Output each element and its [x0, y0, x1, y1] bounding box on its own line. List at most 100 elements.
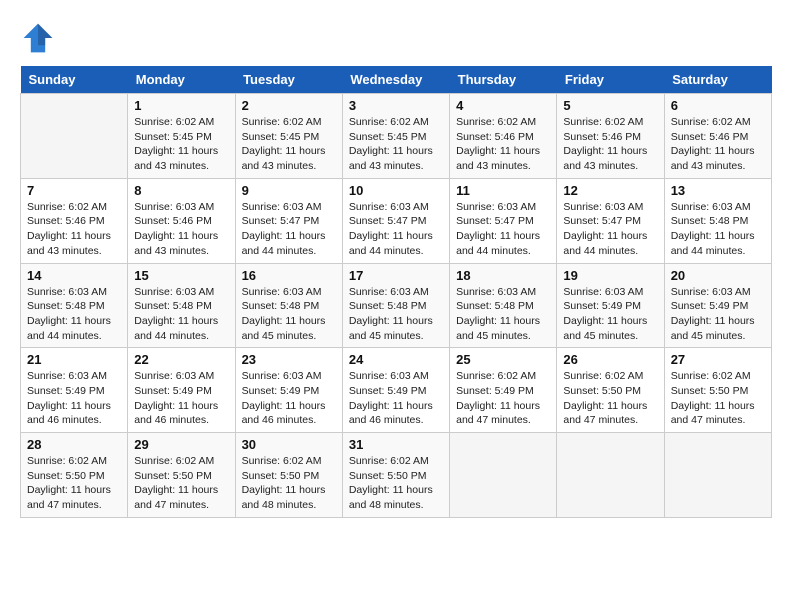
day-cell: [557, 433, 664, 518]
day-info: Sunrise: 6:03 AMSunset: 5:49 PMDaylight:…: [134, 369, 228, 428]
header-cell-friday: Friday: [557, 66, 664, 94]
day-cell: 23 Sunrise: 6:03 AMSunset: 5:49 PMDayligh…: [235, 348, 342, 433]
day-cell: [664, 433, 771, 518]
day-number: 9: [242, 183, 336, 198]
day-info: Sunrise: 6:03 AMSunset: 5:49 PMDaylight:…: [349, 369, 443, 428]
day-info: Sunrise: 6:02 AMSunset: 5:50 PMDaylight:…: [671, 369, 765, 428]
day-cell: 17 Sunrise: 6:03 AMSunset: 5:48 PMDayligh…: [342, 263, 449, 348]
day-number: 12: [563, 183, 657, 198]
day-info: Sunrise: 6:03 AMSunset: 5:47 PMDaylight:…: [242, 200, 336, 259]
header-cell-monday: Monday: [128, 66, 235, 94]
day-number: 22: [134, 352, 228, 367]
day-number: 8: [134, 183, 228, 198]
logo: [20, 20, 62, 56]
day-cell: 26 Sunrise: 6:02 AMSunset: 5:50 PMDayligh…: [557, 348, 664, 433]
day-info: Sunrise: 6:02 AMSunset: 5:45 PMDaylight:…: [134, 115, 228, 174]
header-cell-saturday: Saturday: [664, 66, 771, 94]
day-cell: 28Sunrise: 6:02 AMSunset: 5:50 PMDayligh…: [21, 433, 128, 518]
day-cell: 22 Sunrise: 6:03 AMSunset: 5:49 PMDayligh…: [128, 348, 235, 433]
header-row: SundayMondayTuesdayWednesdayThursdayFrid…: [21, 66, 772, 94]
day-cell: 19Sunrise: 6:03 AMSunset: 5:49 PMDayligh…: [557, 263, 664, 348]
day-number: 7: [27, 183, 121, 198]
day-number: 16: [242, 268, 336, 283]
day-number: 30: [242, 437, 336, 452]
day-cell: 11 Sunrise: 6:03 AMSunset: 5:47 PMDayligh…: [450, 178, 557, 263]
day-number: 21: [27, 352, 121, 367]
day-cell: 24 Sunrise: 6:03 AMSunset: 5:49 PMDayligh…: [342, 348, 449, 433]
day-cell: 10Sunrise: 6:03 AMSunset: 5:47 PMDayligh…: [342, 178, 449, 263]
day-number: 3: [349, 98, 443, 113]
day-number: 26: [563, 352, 657, 367]
calendar-body: 1 Sunrise: 6:02 AMSunset: 5:45 PMDaylight…: [21, 94, 772, 518]
week-row-2: 7 Sunrise: 6:02 AMSunset: 5:46 PMDaylight…: [21, 178, 772, 263]
day-cell: 16 Sunrise: 6:03 AMSunset: 5:48 PMDayligh…: [235, 263, 342, 348]
day-cell: 12Sunrise: 6:03 AMSunset: 5:47 PMDayligh…: [557, 178, 664, 263]
day-info: Sunrise: 6:02 AMSunset: 5:49 PMDaylight:…: [456, 369, 550, 428]
day-info: Sunrise: 6:03 AMSunset: 5:48 PMDaylight:…: [242, 285, 336, 344]
header-cell-thursday: Thursday: [450, 66, 557, 94]
day-cell: 30 Sunrise: 6:02 AMSunset: 5:50 PMDayligh…: [235, 433, 342, 518]
day-info: Sunrise: 6:03 AMSunset: 5:49 PMDaylight:…: [242, 369, 336, 428]
day-cell: 9 Sunrise: 6:03 AMSunset: 5:47 PMDaylight…: [235, 178, 342, 263]
day-number: 17: [349, 268, 443, 283]
day-info: Sunrise: 6:02 AMSunset: 5:50 PMDaylight:…: [27, 454, 121, 513]
day-number: 13: [671, 183, 765, 198]
day-info: Sunrise: 6:02 AMSunset: 5:45 PMDaylight:…: [349, 115, 443, 174]
day-number: 1: [134, 98, 228, 113]
day-number: 14: [27, 268, 121, 283]
header-cell-wednesday: Wednesday: [342, 66, 449, 94]
day-cell: 14 Sunrise: 6:03 AMSunset: 5:48 PMDayligh…: [21, 263, 128, 348]
day-cell: 15 Sunrise: 6:03 AMSunset: 5:48 PMDayligh…: [128, 263, 235, 348]
day-cell: 29 Sunrise: 6:02 AMSunset: 5:50 PMDayligh…: [128, 433, 235, 518]
day-cell: 4Sunrise: 6:02 AMSunset: 5:46 PMDaylight…: [450, 94, 557, 179]
day-number: 31: [349, 437, 443, 452]
day-cell: 8 Sunrise: 6:03 AMSunset: 5:46 PMDaylight…: [128, 178, 235, 263]
day-info: Sunrise: 6:02 AMSunset: 5:50 PMDaylight:…: [242, 454, 336, 513]
day-number: 11: [456, 183, 550, 198]
day-info: Sunrise: 6:03 AMSunset: 5:48 PMDaylight:…: [27, 285, 121, 344]
day-number: 18: [456, 268, 550, 283]
day-info: Sunrise: 6:03 AMSunset: 5:46 PMDaylight:…: [134, 200, 228, 259]
calendar-table: SundayMondayTuesdayWednesdayThursdayFrid…: [20, 66, 772, 518]
day-info: Sunrise: 6:02 AMSunset: 5:46 PMDaylight:…: [27, 200, 121, 259]
page-header: [20, 20, 772, 56]
day-cell: 25 Sunrise: 6:02 AMSunset: 5:49 PMDayligh…: [450, 348, 557, 433]
day-info: Sunrise: 6:03 AMSunset: 5:48 PMDaylight:…: [134, 285, 228, 344]
day-info: Sunrise: 6:02 AMSunset: 5:45 PMDaylight:…: [242, 115, 336, 174]
day-info: Sunrise: 6:02 AMSunset: 5:46 PMDaylight:…: [671, 115, 765, 174]
day-number: 24: [349, 352, 443, 367]
header-cell-sunday: Sunday: [21, 66, 128, 94]
day-info: Sunrise: 6:03 AMSunset: 5:47 PMDaylight:…: [456, 200, 550, 259]
day-number: 5: [563, 98, 657, 113]
calendar-header: SundayMondayTuesdayWednesdayThursdayFrid…: [21, 66, 772, 94]
day-number: 2: [242, 98, 336, 113]
day-number: 6: [671, 98, 765, 113]
day-cell: 20 Sunrise: 6:03 AMSunset: 5:49 PMDayligh…: [664, 263, 771, 348]
day-info: Sunrise: 6:03 AMSunset: 5:47 PMDaylight:…: [349, 200, 443, 259]
day-number: 4: [456, 98, 550, 113]
header-cell-tuesday: Tuesday: [235, 66, 342, 94]
day-cell: 18Sunrise: 6:03 AMSunset: 5:48 PMDayligh…: [450, 263, 557, 348]
day-info: Sunrise: 6:03 AMSunset: 5:48 PMDaylight:…: [671, 200, 765, 259]
day-number: 25: [456, 352, 550, 367]
day-number: 15: [134, 268, 228, 283]
day-info: Sunrise: 6:02 AMSunset: 5:50 PMDaylight:…: [349, 454, 443, 513]
day-info: Sunrise: 6:03 AMSunset: 5:49 PMDaylight:…: [671, 285, 765, 344]
day-cell: [21, 94, 128, 179]
day-cell: 13 Sunrise: 6:03 AMSunset: 5:48 PMDayligh…: [664, 178, 771, 263]
day-cell: 2 Sunrise: 6:02 AMSunset: 5:45 PMDaylight…: [235, 94, 342, 179]
day-cell: 7 Sunrise: 6:02 AMSunset: 5:46 PMDaylight…: [21, 178, 128, 263]
day-info: Sunrise: 6:03 AMSunset: 5:48 PMDaylight:…: [349, 285, 443, 344]
day-info: Sunrise: 6:02 AMSunset: 5:46 PMDaylight:…: [563, 115, 657, 174]
day-cell: 21Sunrise: 6:03 AMSunset: 5:49 PMDayligh…: [21, 348, 128, 433]
week-row-1: 1 Sunrise: 6:02 AMSunset: 5:45 PMDaylight…: [21, 94, 772, 179]
day-cell: 3 Sunrise: 6:02 AMSunset: 5:45 PMDaylight…: [342, 94, 449, 179]
week-row-4: 21 Sunrise: 6:03 AMSunset: 5:49 PMDayligh…: [21, 348, 772, 433]
day-cell: 5 Sunrise: 6:02 AMSunset: 5:46 PMDaylight…: [557, 94, 664, 179]
day-info: Sunrise: 6:02 AMSunset: 5:50 PMDaylight:…: [134, 454, 228, 513]
day-info: Sunrise: 6:02 AMSunset: 5:50 PMDaylight:…: [563, 369, 657, 428]
day-number: 29: [134, 437, 228, 452]
logo-icon: [20, 20, 56, 56]
day-number: 23: [242, 352, 336, 367]
day-number: 20: [671, 268, 765, 283]
